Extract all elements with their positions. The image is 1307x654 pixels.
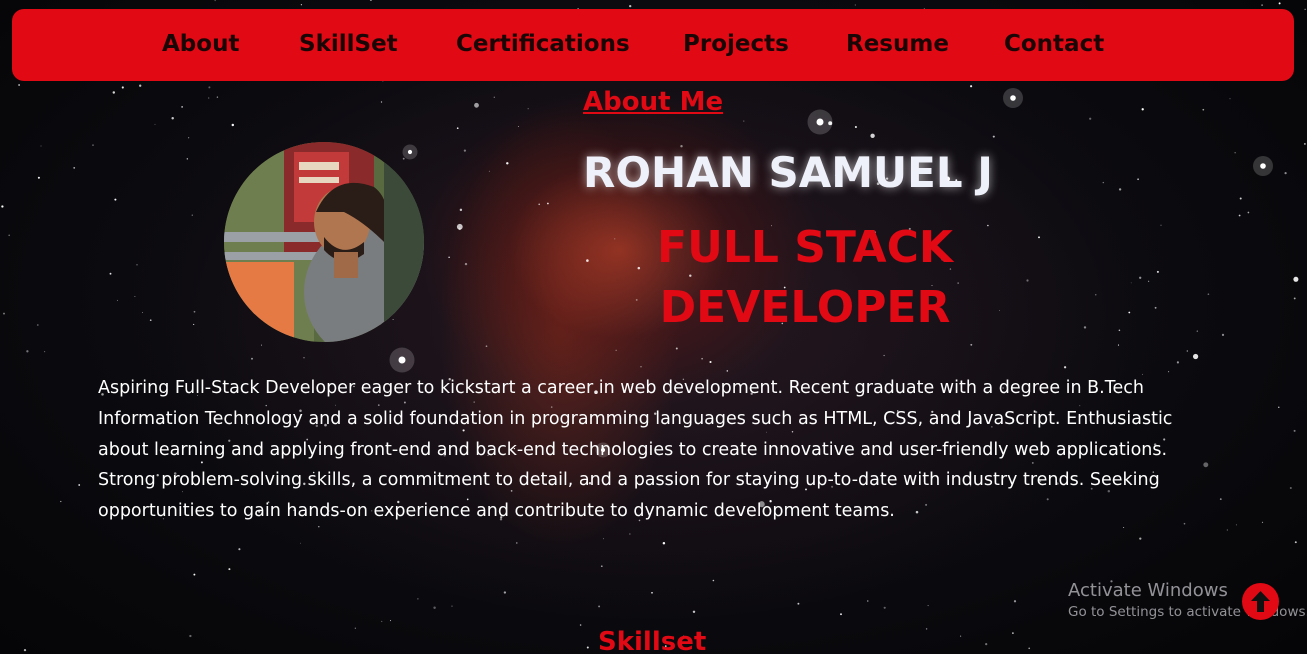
about-bio: Aspiring Full-Stack Developer eager to k…: [98, 378, 1173, 522]
profile-role: FULL STACK DEVELOPER: [640, 218, 970, 338]
skillset-section-title: Skillset: [598, 627, 707, 654]
arrow-up-icon: [1251, 591, 1270, 612]
scroll-to-top-button[interactable]: [1242, 583, 1279, 620]
profile-photo: [224, 142, 424, 342]
nav-skillset[interactable]: SkillSet: [299, 31, 398, 57]
top-navbar: About SkillSet Certifications Projects R…: [12, 9, 1294, 81]
nav-resume[interactable]: Resume: [846, 31, 949, 57]
page: About SkillSet Certifications Projects R…: [0, 0, 1307, 654]
profile-name: ROHAN SAMUEL J: [583, 148, 993, 197]
role-line-2: DEVELOPER: [659, 282, 951, 333]
nav-contact[interactable]: Contact: [1004, 31, 1104, 57]
nav-about[interactable]: About: [162, 31, 239, 57]
role-line-1: FULL STACK: [657, 222, 953, 273]
nav-certifications[interactable]: Certifications: [456, 31, 630, 57]
nav-projects[interactable]: Projects: [683, 31, 789, 57]
about-section-title: About Me: [583, 87, 724, 117]
